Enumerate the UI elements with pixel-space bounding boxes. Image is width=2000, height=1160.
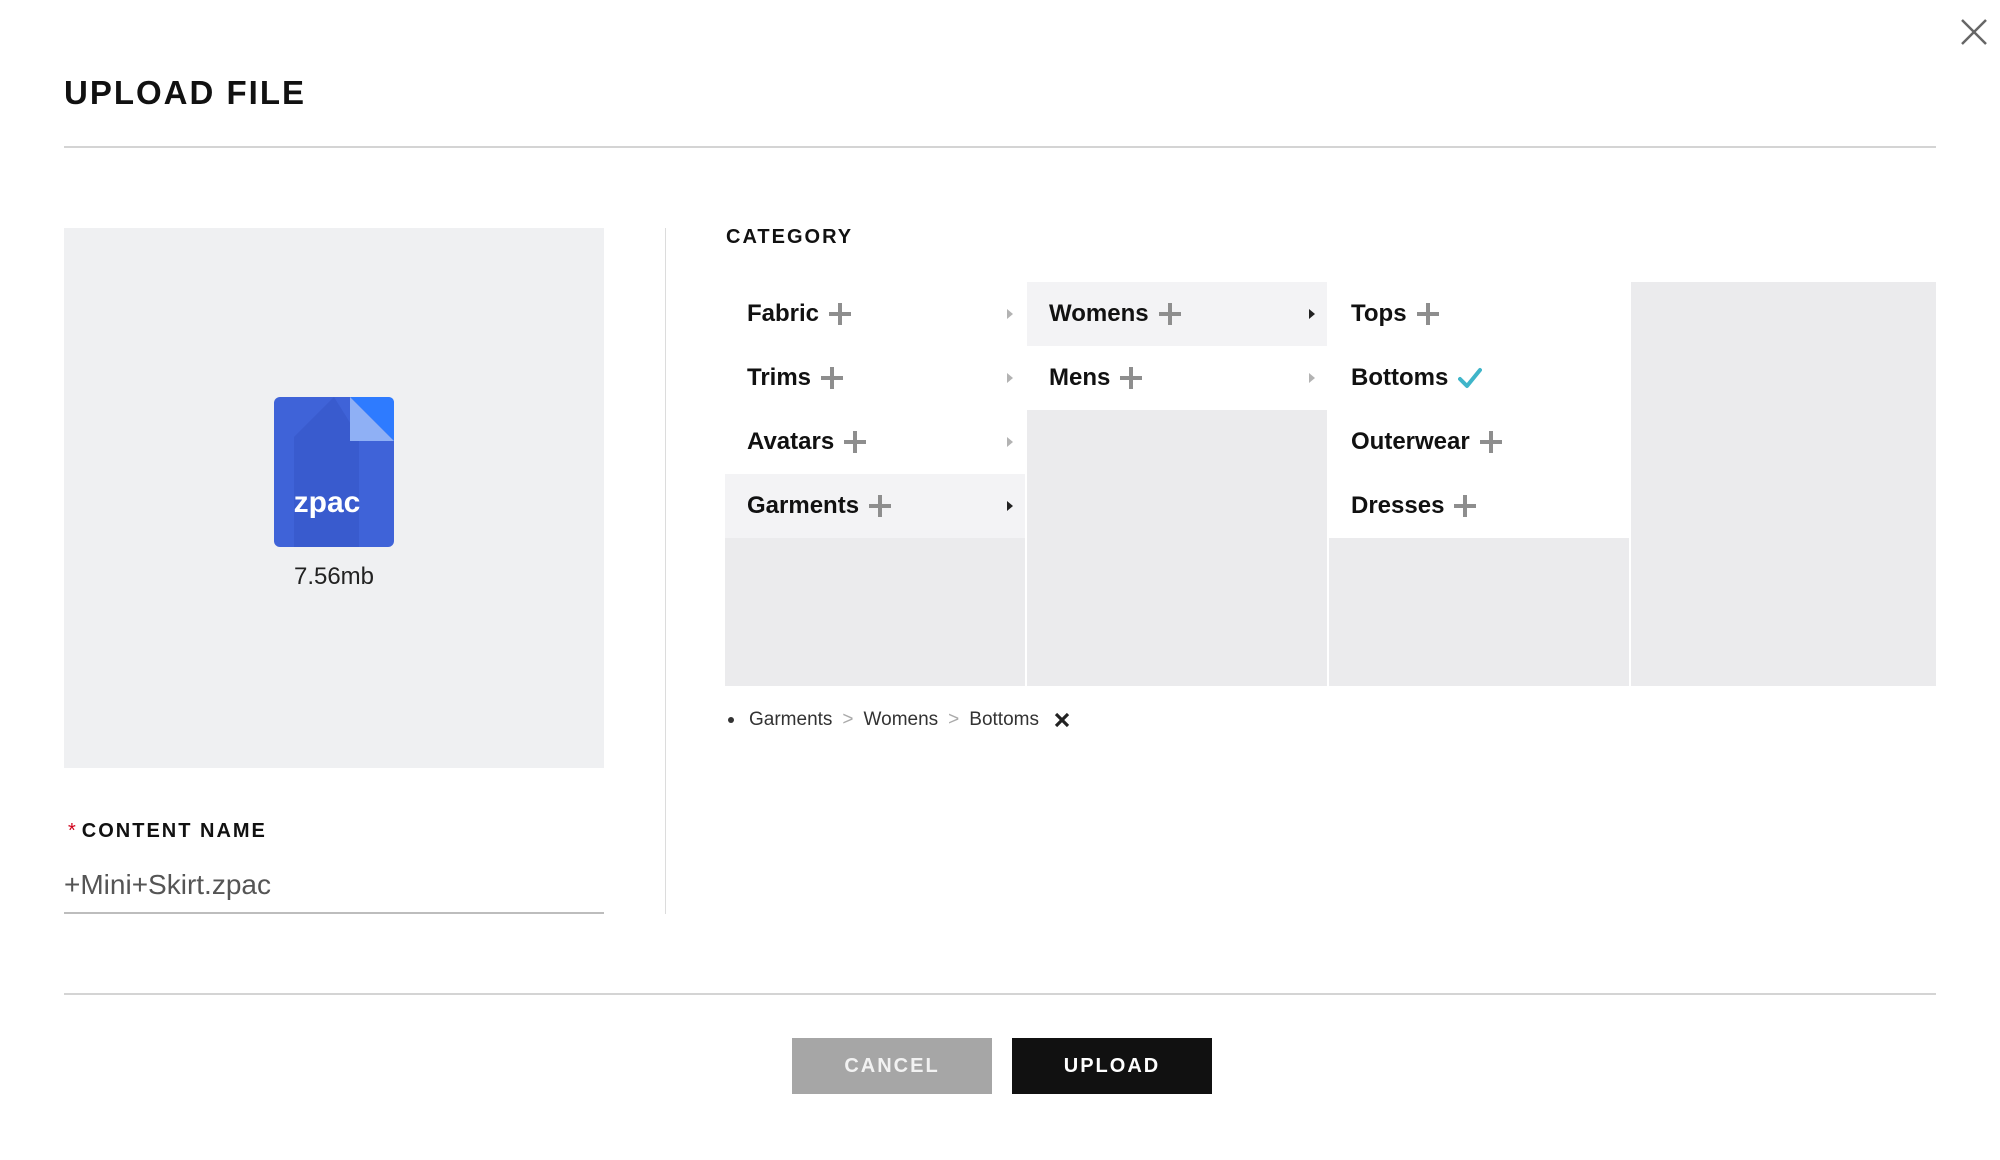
category-item-womens[interactable]: Womens [1027,282,1327,346]
chevron-right-icon [1007,437,1013,447]
add-icon[interactable] [829,303,852,325]
category-item-trims[interactable]: Trims [725,346,1025,410]
category-item-label: Mens [1049,364,1111,391]
file-size: 7.56mb [293,563,375,590]
add-icon[interactable] [1479,431,1502,453]
add-icon[interactable] [844,431,867,453]
category-item-label: Avatars [747,428,835,455]
category-item-label: Womens [1049,300,1149,327]
chevron-right-icon [1309,373,1315,383]
content-name-label: * CONTENT NAME [68,820,267,843]
category-item-label: Garments [747,492,860,519]
vertical-divider [665,228,666,914]
add-icon[interactable] [869,495,892,517]
category-item-avatars[interactable]: Avatars [725,410,1025,474]
category-item-bottoms[interactable]: Bottoms [1329,346,1629,410]
add-icon[interactable] [1158,303,1181,325]
required-mark: * [68,820,78,842]
path-segment: Garments [749,709,833,730]
footer-divider [64,993,1936,995]
category-item-label: Outerwear [1351,428,1470,455]
category-item-garments[interactable]: Garments [725,474,1025,538]
zpac-file-icon [274,397,394,547]
header-divider [64,146,1936,148]
path-separator: > [948,709,960,730]
category-item-label: Bottoms [1351,364,1449,391]
upload-button[interactable]: UPLOAD [1012,1038,1212,1094]
content-name-label-text: CONTENT NAME [81,820,267,842]
close-button[interactable] [1956,14,1992,50]
chevron-right-icon [1309,309,1315,319]
category-item-dresses[interactable]: Dresses [1329,474,1629,538]
category-item-label: Dresses [1351,492,1445,519]
content-name-input[interactable] [64,858,604,914]
dialog-title: UPLOAD FILE [64,74,306,111]
category-item-fabric[interactable]: Fabric [725,282,1025,346]
category-item-label: Fabric [747,300,820,327]
path-segment: Womens [863,709,939,730]
add-icon[interactable] [821,367,844,389]
category-column-1: Fabric Trims Avatars Garments [725,282,1027,686]
add-icon[interactable] [1120,367,1143,389]
close-icon [1961,19,1987,45]
category-column-3: Tops Bottoms Outerwear Dresses [1329,282,1631,686]
cancel-button[interactable]: CANCEL [792,1038,992,1094]
category-label: CATEGORY [726,226,854,248]
file-extension-label: zpac [293,486,361,519]
category-column-4 [1631,282,1934,686]
remove-category-icon[interactable] [1053,711,1071,729]
category-item-tops[interactable]: Tops [1329,282,1629,346]
category-column-2: Womens Mens [1027,282,1329,686]
category-item-label: Tops [1351,300,1407,327]
bullet-icon [728,717,734,723]
add-icon[interactable] [1416,303,1439,325]
category-item-mens[interactable]: Mens [1027,346,1327,410]
chevron-right-icon [1007,309,1013,319]
check-icon[interactable] [1458,367,1483,389]
chevron-right-icon [1007,373,1013,383]
category-item-label: Trims [747,364,812,391]
path-segment: Bottoms [969,709,1039,730]
chevron-right-icon [1007,501,1013,511]
selected-category-path: Garments > Womens > Bottoms [728,709,1071,731]
add-icon[interactable] [1454,495,1477,517]
path-separator: > [842,709,854,730]
category-item-outerwear[interactable]: Outerwear [1329,410,1629,474]
category-browser: Fabric Trims Avatars Garments Womens Men… [725,282,1936,686]
file-preview: zpac 7.56mb [64,228,604,768]
